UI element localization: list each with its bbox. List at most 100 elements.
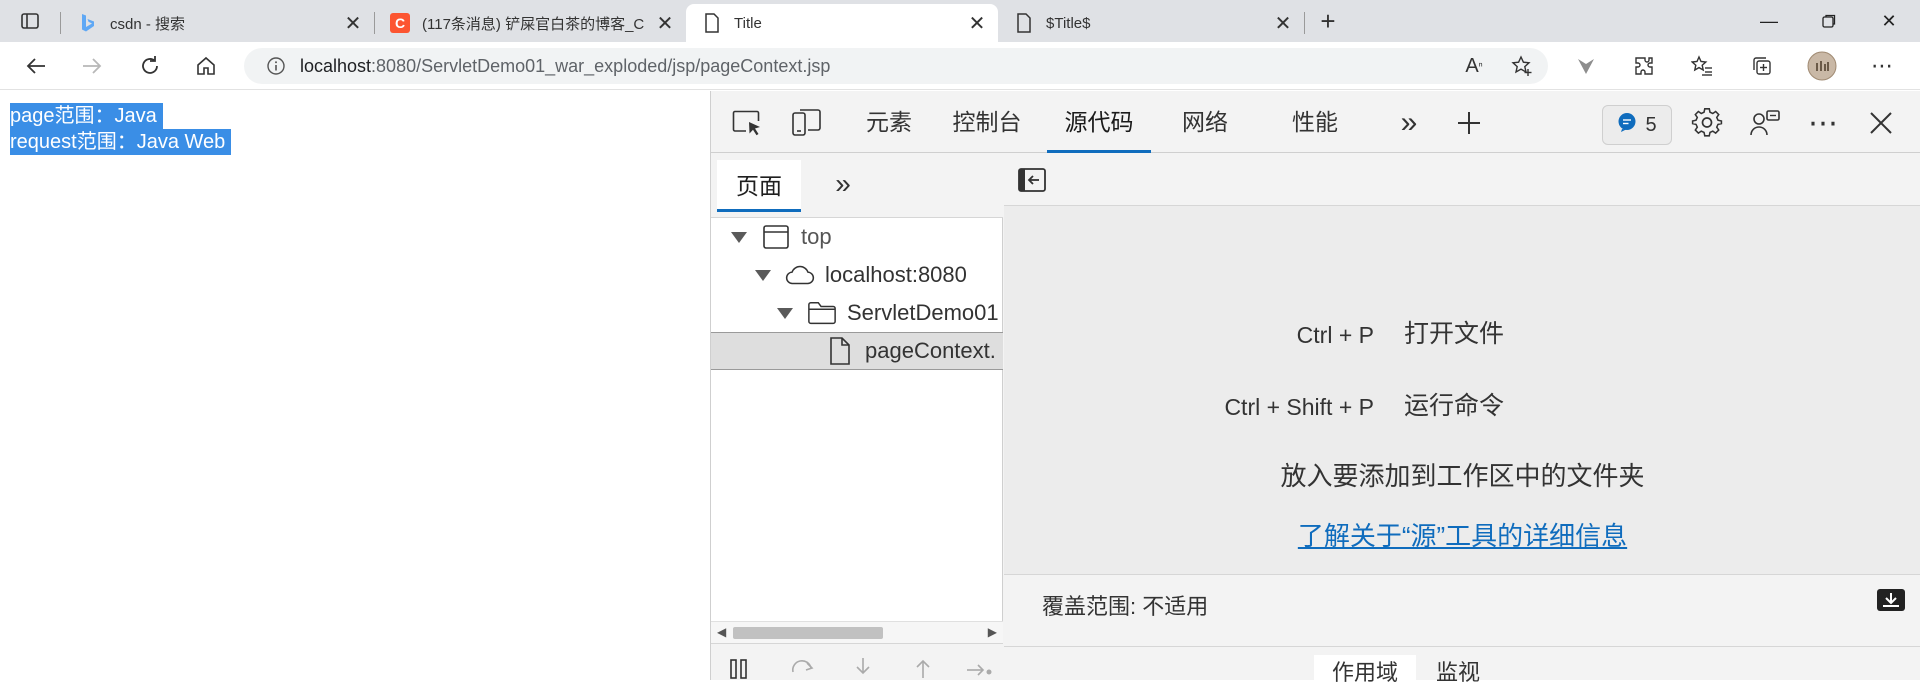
drop-folder-hint: 放入要添加到工作区中的文件夹 <box>1280 461 1645 491</box>
shortcut-action: 运行命令 <box>1404 392 1505 420</box>
tree-item-pagecontext[interactable]: pageContext. <box>711 332 1003 370</box>
site-info-icon[interactable] <box>260 50 292 82</box>
tab-csdn-blog[interactable]: C (117条消息) 铲屎官白茶的博客_C ✕ <box>374 4 686 42</box>
tree-item-servletdemo[interactable]: ServletDemo01 <box>711 294 1003 332</box>
shortcut-keys: Ctrl + Shift + P <box>1224 394 1374 420</box>
step-out-icon[interactable] <box>909 654 937 682</box>
issues-count: 5 <box>1645 113 1657 136</box>
close-tab-icon[interactable]: ✕ <box>340 10 366 36</box>
device-emulation-icon[interactable] <box>789 105 825 141</box>
more-options-icon[interactable]: ⋯ <box>1866 50 1898 82</box>
more-tabs-icon[interactable]: » <box>1391 105 1427 141</box>
svg-text:C: C <box>395 15 405 31</box>
editor-toolbar <box>1004 154 1920 206</box>
back-icon[interactable] <box>20 50 52 82</box>
download-icon[interactable] <box>1875 587 1907 613</box>
tree-label: ServletDemo01 <box>847 300 999 325</box>
toggle-navigator-icon[interactable] <box>1016 164 1048 196</box>
restore-icon[interactable] <box>1800 0 1858 42</box>
tab-network[interactable]: 网络 <box>1163 91 1247 153</box>
favorites-icon[interactable] <box>1686 50 1718 82</box>
add-tab-icon[interactable] <box>1451 105 1487 141</box>
inspect-element-icon[interactable] <box>729 105 765 141</box>
step-over-icon[interactable] <box>789 654 817 682</box>
more-panes-icon[interactable]: » <box>827 168 859 200</box>
tab-performance[interactable]: 性能 <box>1273 91 1357 153</box>
file-icon <box>825 336 855 366</box>
coverage-text: 覆盖范围: 不适用 <box>1042 594 1209 619</box>
forward-icon[interactable] <box>76 50 108 82</box>
tab-actions-icon[interactable] <box>14 5 46 37</box>
scroll-left-icon[interactable]: ◀ <box>717 625 726 639</box>
tab-console[interactable]: 控制台 <box>939 91 1035 153</box>
tree-label: pageContext. <box>865 338 996 363</box>
vpn-icon[interactable] <box>1570 50 1602 82</box>
collections-icon[interactable] <box>1746 50 1778 82</box>
devtools-toolbar: 元素 控制台 源代码 网络 性能 » 5 ⋯ <box>711 91 1920 153</box>
tab-title: (117条消息) 铲屎官白茶的博客_C <box>422 15 645 33</box>
shortcut-action: 打开文件 <box>1404 320 1505 348</box>
scrollbar-thumb[interactable] <box>733 627 883 639</box>
issues-button[interactable]: 5 <box>1602 105 1672 145</box>
learn-more-link[interactable]: 了解关于“源”工具的详细信息 <box>1004 516 1920 553</box>
tab-title-active[interactable]: Title ✕ <box>686 4 998 42</box>
step-into-icon[interactable] <box>849 654 877 682</box>
devtools-more-icon[interactable]: ⋯ <box>1805 105 1841 141</box>
horizontal-scrollbar[interactable]: ◀ ▶ <box>711 621 1003 643</box>
page-icon <box>1014 13 1034 33</box>
step-icon[interactable] <box>965 654 993 682</box>
frame-icon <box>761 222 791 252</box>
tab-page[interactable]: 页面 <box>717 160 801 212</box>
settings-icon[interactable] <box>1689 105 1725 141</box>
tab-dollar-title[interactable]: $Title$ ✕ <box>998 4 1304 42</box>
csdn-icon: C <box>390 13 410 33</box>
tab-scope[interactable]: 作用域 <box>1314 655 1417 685</box>
tab-title: csdn - 搜索 <box>110 15 186 33</box>
page-content: page范围：Java request范围：Java Web <box>0 91 710 680</box>
read-aloud-icon[interactable]: Aⁿ <box>1458 50 1490 82</box>
home-icon[interactable] <box>190 50 222 82</box>
tree-item-top[interactable]: top <box>711 218 1003 256</box>
close-window-icon[interactable]: ✕ <box>1860 0 1918 42</box>
address-bar[interactable]: localhost:8080/ServletDemo01_war_explode… <box>244 48 1548 84</box>
minimize-icon[interactable]: — <box>1740 0 1798 42</box>
tab-watch[interactable]: 监视 <box>1436 655 1480 687</box>
url-text[interactable]: localhost:8080/ServletDemo01_war_explode… <box>300 48 830 84</box>
refresh-icon[interactable] <box>134 50 166 82</box>
tab-csdn-search[interactable]: csdn - 搜索 ✕ <box>62 4 374 42</box>
expand-triangle-icon[interactable] <box>777 307 793 319</box>
sources-editor: Ctrl + P 打开文件 Ctrl + Shift + P 运行命令 放入要添… <box>1004 154 1920 685</box>
avatar[interactable] <box>1806 50 1838 82</box>
scope-watch-tabs: 作用域 监视 <box>1004 646 1920 685</box>
close-tab-icon[interactable]: ✕ <box>964 10 990 36</box>
close-tab-icon[interactable]: ✕ <box>652 10 678 36</box>
close-tab-icon[interactable]: ✕ <box>1270 10 1296 36</box>
tab-title: Title <box>734 14 762 32</box>
navigator-tabs: 页面 » <box>711 154 1003 218</box>
extensions-icon[interactable] <box>1628 50 1660 82</box>
tab-elements[interactable]: 元素 <box>847 91 931 153</box>
shortcut-keys: Ctrl + P <box>1296 322 1374 348</box>
devtools-panel: 元素 控制台 源代码 网络 性能 » 5 ⋯ 页面 » top localhos… <box>710 91 1920 685</box>
tab-title: $Title$ <box>1046 14 1091 32</box>
address-toolbar: localhost:8080/ServletDemo01_war_explode… <box>0 42 1920 90</box>
page-scope-text: page范围：Java <box>10 103 163 129</box>
tree-item-localhost[interactable]: localhost:8080 <box>711 256 1003 294</box>
customize-icon[interactable] <box>1747 105 1783 141</box>
request-scope-text: request范围：Java Web <box>10 129 232 155</box>
sources-navigator: 页面 » top localhost:8080 ServletDemo01 pa… <box>711 154 1003 680</box>
scroll-right-icon[interactable]: ▶ <box>988 625 997 639</box>
new-tab-button[interactable]: + <box>1312 5 1344 37</box>
tree-label: localhost:8080 <box>825 262 967 287</box>
tab-strip: csdn - 搜索 ✕ C (117条消息) 铲屎官白茶的博客_C ✕ Titl… <box>0 0 1920 42</box>
expand-triangle-icon[interactable] <box>755 269 771 281</box>
page-icon <box>702 13 722 33</box>
debugger-toolbar <box>711 643 1003 680</box>
bing-icon <box>78 13 98 33</box>
expand-triangle-icon[interactable] <box>731 231 747 243</box>
add-favorite-icon[interactable] <box>1506 50 1538 82</box>
pause-icon[interactable] <box>725 654 753 682</box>
tab-sources[interactable]: 源代码 <box>1047 91 1151 153</box>
folder-icon <box>807 298 837 328</box>
close-devtools-icon[interactable] <box>1863 105 1899 141</box>
